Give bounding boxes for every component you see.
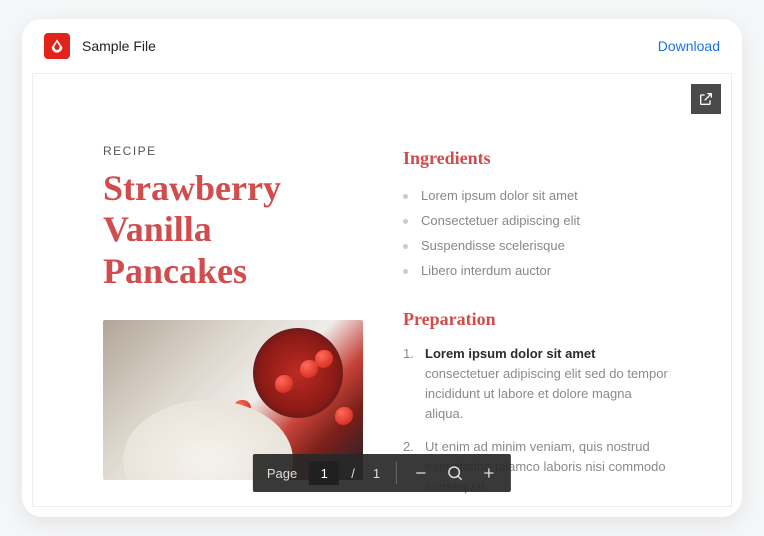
file-name: Sample File (82, 38, 156, 54)
list-item: Lorem ipsum dolor sit amet (403, 183, 671, 208)
ingredients-list: Lorem ipsum dolor sit amet Consectetuer … (403, 183, 671, 283)
recipe-title: Strawberry Vanilla Pancakes (103, 168, 363, 292)
recipe-kicker: RECIPE (103, 144, 363, 158)
download-link[interactable]: Download (658, 38, 720, 54)
header-left: Sample File (44, 33, 156, 59)
header: Sample File Download (22, 19, 742, 73)
list-item: Suspendisse scelerisque (403, 233, 671, 258)
page-label: Page (261, 466, 303, 481)
pdf-toolbar: Page / 1 (253, 454, 511, 492)
right-column: Ingredients Lorem ipsum dolor sit amet C… (403, 144, 671, 506)
total-pages: 1 (367, 466, 386, 481)
list-item: Consectetuer adipiscing elit (403, 208, 671, 233)
page-separator: / (345, 466, 361, 481)
list-item: Lorem ipsum dolor sit amet consectetuer … (403, 344, 671, 437)
list-item: Libero interdum auctor (403, 258, 671, 283)
viewer-window: Sample File Download RECIPE Strawberry V… (22, 19, 742, 517)
document-viewer: RECIPE Strawberry Vanilla Pancakes Ingre… (32, 73, 732, 507)
step-text: consectetuer adipiscing elit sed do temp… (425, 366, 668, 421)
zoom-in-button[interactable] (475, 459, 503, 487)
left-column: RECIPE Strawberry Vanilla Pancakes (103, 144, 363, 506)
toolbar-divider (396, 462, 397, 484)
preparation-heading: Preparation (403, 309, 671, 330)
zoom-out-button[interactable] (407, 459, 435, 487)
document-page: RECIPE Strawberry Vanilla Pancakes Ingre… (33, 74, 731, 506)
pdf-icon (44, 33, 70, 59)
zoom-fit-button[interactable] (441, 459, 469, 487)
open-external-button[interactable] (691, 84, 721, 114)
step-bold: Lorem ipsum dolor sit amet (425, 346, 595, 361)
page-number-input[interactable] (309, 461, 339, 485)
ingredients-heading: Ingredients (403, 148, 671, 169)
